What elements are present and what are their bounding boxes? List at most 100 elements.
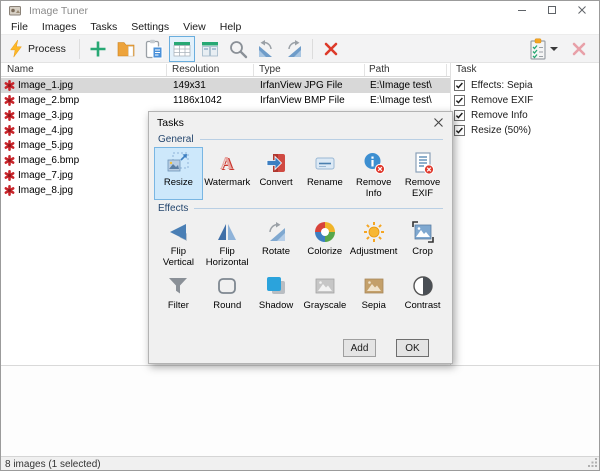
status-bar: 8 images (1 selected): [1, 456, 599, 471]
title-bar[interactable]: Image Tuner: [1, 1, 599, 19]
file-name: Image_2.bmp: [18, 93, 79, 108]
toolbar-separator: [79, 39, 80, 59]
task-checkbox-remove-info[interactable]: Remove Info: [451, 108, 600, 123]
close-button[interactable]: [567, 1, 597, 19]
task-item-colorize[interactable]: Colorize: [300, 216, 349, 269]
tasks-dialog: Tasks General Resize AA Watermark Con: [148, 111, 453, 364]
close-icon[interactable]: [433, 117, 444, 128]
menu-settings[interactable]: Settings: [124, 21, 176, 33]
ok-button[interactable]: OK: [396, 339, 429, 357]
task-item-flip-vertical[interactable]: Flip Vertical: [154, 216, 203, 269]
file-name: Image_1.jpg: [18, 78, 73, 93]
task-item-rename[interactable]: Rename: [300, 147, 349, 200]
group-effects: Effects Flip Vertical Flip Horizontal Ro…: [154, 202, 447, 323]
group-label: General: [158, 134, 194, 145]
table-row[interactable]: Image_1.jpg 149x31 IrfanView JPG File E:…: [1, 78, 450, 93]
paste-button[interactable]: [141, 36, 167, 62]
task-item-adjustment[interactable]: Adjustment: [349, 216, 398, 269]
image-file-icon: [4, 140, 15, 151]
table-row[interactable]: Image_2.bmp 1186x1042 IrfanView BMP File…: [1, 93, 450, 108]
flip-vertical-icon: [166, 220, 190, 244]
filter-icon: [166, 274, 190, 298]
task-item-round[interactable]: Round: [203, 270, 252, 323]
convert-icon: [264, 151, 288, 175]
column-divider[interactable]: [253, 64, 254, 76]
column-header-resolution[interactable]: Resolution: [172, 64, 219, 75]
task-item-filter[interactable]: Filter: [154, 270, 203, 323]
image-file-icon: [4, 95, 15, 106]
process-button[interactable]: Process: [4, 37, 75, 61]
task-checkbox-effects-sepia[interactable]: Effects: Sepia: [451, 78, 600, 93]
column-header-path[interactable]: Path: [369, 64, 390, 75]
colorize-icon: [313, 220, 337, 244]
task-label: Remove Info: [471, 108, 528, 123]
task-panel-header: Task: [456, 64, 477, 75]
menu-view[interactable]: View: [176, 21, 213, 33]
task-item-crop[interactable]: Crop: [398, 216, 447, 269]
task-item-sepia[interactable]: Sepia: [349, 270, 398, 323]
thumbnails-view-icon: [200, 39, 220, 59]
shadow-icon: [264, 274, 288, 298]
menu-file[interactable]: File: [4, 21, 35, 33]
task-item-contrast[interactable]: Contrast: [398, 270, 447, 323]
process-label: Process: [28, 43, 66, 55]
column-header-type[interactable]: Type: [259, 64, 281, 75]
file-type: IrfanView JPG File: [260, 78, 343, 93]
lightning-icon: [9, 40, 23, 58]
thumbnails-view-button[interactable]: [197, 36, 223, 62]
task-item-remove-info[interactable]: Remove Info: [349, 147, 398, 200]
task-item-flip-horizontal[interactable]: Flip Horizontal: [203, 216, 252, 269]
task-item-watermark[interactable]: AA Watermark: [203, 147, 252, 200]
checkbox-checked-icon: [454, 95, 465, 106]
watermark-icon: AA: [215, 151, 239, 175]
crop-icon: [411, 220, 435, 244]
task-item-shadow[interactable]: Shadow: [252, 270, 301, 323]
rotate-right-button[interactable]: [281, 36, 307, 62]
file-path: E:\Image test\: [370, 93, 432, 108]
remove-exif-icon: [411, 151, 435, 175]
column-divider[interactable]: [364, 64, 365, 76]
image-tuner-window: Image Tuner File Images Tasks Settings V…: [0, 0, 600, 471]
column-divider[interactable]: [166, 64, 167, 76]
details-view-button[interactable]: [169, 36, 195, 62]
add-button[interactable]: Add: [343, 339, 376, 357]
image-file-icon: [4, 155, 15, 166]
group-general: General Resize AA Watermark Convert: [154, 133, 447, 200]
file-name: Image_4.jpg: [18, 123, 73, 138]
task-item-convert[interactable]: Convert: [252, 147, 301, 200]
clear-tasks-button[interactable]: [566, 36, 592, 62]
menu-help[interactable]: Help: [213, 21, 249, 33]
plus-icon: [89, 40, 107, 58]
dialog-title-bar[interactable]: Tasks: [149, 112, 452, 133]
group-line: [194, 208, 443, 209]
zoom-button[interactable]: [225, 36, 251, 62]
task-item-grayscale[interactable]: Grayscale: [300, 270, 349, 323]
task-item-resize[interactable]: Resize: [154, 147, 203, 200]
menu-images[interactable]: Images: [35, 21, 83, 33]
task-checklist-icon: [528, 38, 548, 60]
image-file-icon: [4, 80, 15, 91]
rotate-left-button[interactable]: [253, 36, 279, 62]
remove-images-button[interactable]: [318, 36, 344, 62]
group-label: Effects: [158, 203, 188, 214]
dialog-title: Tasks: [157, 117, 184, 129]
checkbox-checked-icon: [454, 125, 465, 136]
task-checkbox-resize[interactable]: Resize (50%): [451, 123, 600, 138]
task-list-button[interactable]: [527, 37, 565, 61]
maximize-button[interactable]: [537, 1, 567, 19]
minimize-button[interactable]: [507, 1, 537, 19]
add-images-button[interactable]: [85, 36, 111, 62]
file-resolution: 1186x1042: [173, 93, 222, 108]
file-name: Image_5.jpg: [18, 138, 73, 153]
column-header-name[interactable]: Name: [7, 64, 34, 75]
open-folder-button[interactable]: [113, 36, 139, 62]
task-item-remove-exif[interactable]: Remove EXIF: [398, 147, 447, 200]
task-item-rotate[interactable]: Rotate: [252, 216, 301, 269]
group-line: [200, 139, 443, 140]
menu-tasks[interactable]: Tasks: [83, 21, 124, 33]
column-divider[interactable]: [446, 64, 447, 76]
resize-grip[interactable]: [588, 458, 597, 470]
status-text: 8 images (1 selected): [5, 459, 101, 470]
task-checkbox-remove-exif[interactable]: Remove EXIF: [451, 93, 600, 108]
file-name: Image_3.jpg: [18, 108, 73, 123]
